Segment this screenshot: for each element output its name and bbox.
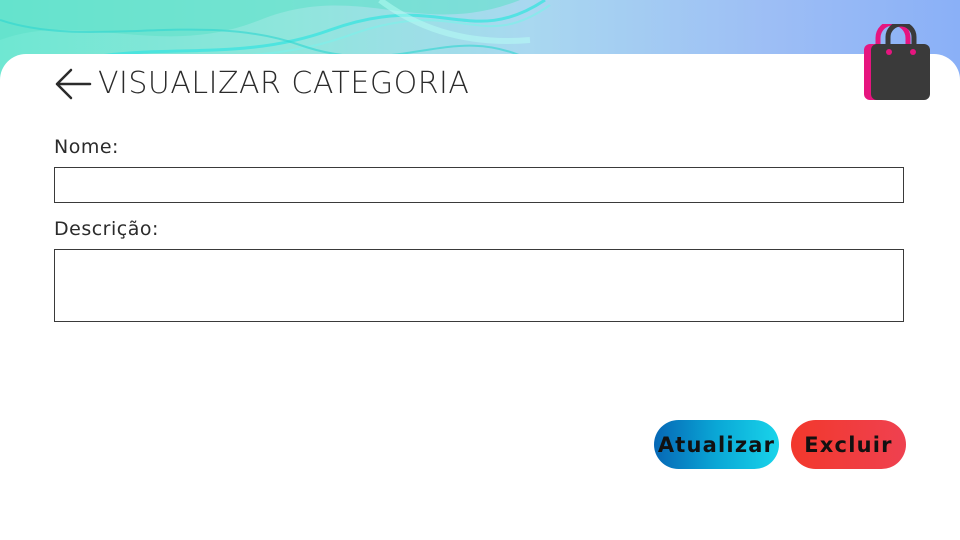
name-input[interactable] xyxy=(54,167,904,203)
name-label: Nome: xyxy=(54,136,119,158)
page-header: VISUALIZAR CATEGORIA xyxy=(54,66,469,102)
description-label: Descrição: xyxy=(54,218,159,240)
arrow-left-icon[interactable] xyxy=(54,67,92,101)
shopping-bag-icon xyxy=(864,24,930,100)
description-textarea[interactable] xyxy=(54,249,904,322)
delete-button[interactable]: Excluir xyxy=(791,420,906,469)
update-button[interactable]: Atualizar xyxy=(654,420,779,469)
page-title: VISUALIZAR CATEGORIA xyxy=(98,66,470,101)
